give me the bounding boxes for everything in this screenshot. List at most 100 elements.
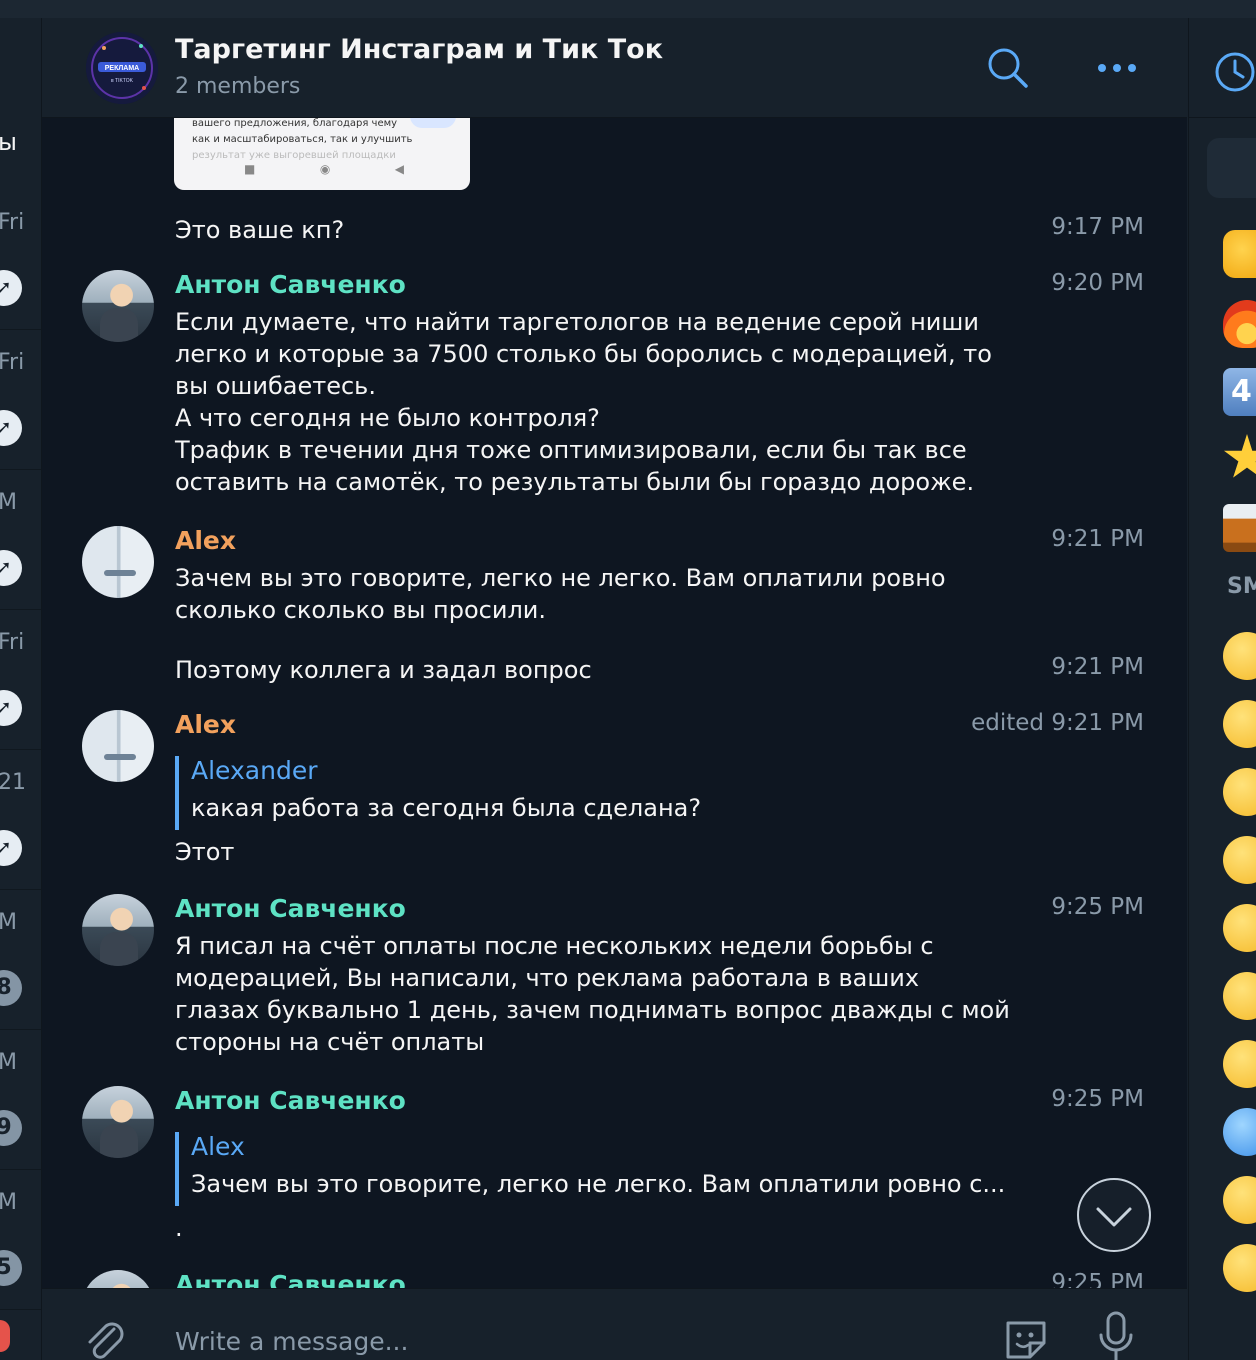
image-text-line: результат уже выгоревшей площадки xyxy=(192,150,396,161)
chat-title[interactable]: Таргетинг Инстаграм и Тик Ток xyxy=(175,34,663,65)
reply-text: Зачем вы это говорите, легко не легко. В… xyxy=(191,1170,1006,1198)
microphone-icon[interactable] xyxy=(1096,1311,1136,1360)
cold-face-emoji[interactable] xyxy=(1223,1108,1256,1156)
message-text: Этот xyxy=(175,838,235,866)
chat-time: M xyxy=(0,1050,17,1075)
group-avatar-image: РЕКЛАМА в TIKTOK xyxy=(86,32,158,104)
pin-icon: ➚ xyxy=(0,270,22,306)
avatar[interactable] xyxy=(82,270,154,342)
chat-list-item[interactable]: Fri ➚ xyxy=(0,610,41,750)
chat-list-item[interactable]: M 9 xyxy=(0,1030,41,1170)
crying-emoji[interactable] xyxy=(1223,1040,1256,1088)
message[interactable]: Alex edited 9:21 PM Alexander какая рабо… xyxy=(42,710,1187,870)
chat-list-item[interactable]: M 8 xyxy=(0,890,41,1030)
sweat-smile-emoji[interactable] xyxy=(1223,700,1256,748)
message[interactable]: Антон Савченко 9:20 PM Если думаете, что… xyxy=(42,270,1187,500)
pin-icon: ➚ xyxy=(0,550,22,586)
message-text: Если думаете, что найти таргетологов на … xyxy=(175,308,992,496)
message-text: . xyxy=(175,1214,183,1242)
shushing-emoji[interactable] xyxy=(1223,1176,1256,1224)
chat-list-item[interactable]: M 5 xyxy=(0,1170,41,1310)
sticker-icon[interactable] xyxy=(1000,1313,1052,1360)
reply-quote[interactable]: Alexander какая работа за сегодня была с… xyxy=(175,756,1035,830)
message[interactable]: Поэтому коллега и задал вопрос 9:21 PM xyxy=(42,654,1187,694)
keycap-4-emoji[interactable]: 4 xyxy=(1223,368,1256,416)
grinning-emoji[interactable] xyxy=(1223,632,1256,680)
chat-time: M xyxy=(0,490,17,515)
chat-list-fragment: ы xyxy=(0,128,17,156)
emoji-tab[interactable] xyxy=(1207,138,1256,198)
chat-time: Fri xyxy=(0,630,25,655)
message-input[interactable] xyxy=(175,1323,955,1359)
image-phone-navbar: ■ ◉ ◀ xyxy=(244,162,404,176)
message-time: 9:21 PM xyxy=(1051,710,1144,736)
panel-divider xyxy=(1189,117,1256,118)
message[interactable]: Это ваше кп? 9:17 PM xyxy=(42,214,1187,254)
avatar[interactable] xyxy=(82,1270,154,1288)
message-list[interactable]: вашего предложения, благодаря чему как и… xyxy=(42,118,1187,1288)
chat-list-item[interactable]: M ➚ xyxy=(0,470,41,610)
chat-header: РЕКЛАМА в TIKTOK Таргетинг Инстаграм и Т… xyxy=(42,18,1187,118)
chat-time: 21 xyxy=(0,770,26,795)
fire-emoji[interactable] xyxy=(1223,300,1256,348)
confused-emoji[interactable] xyxy=(1223,972,1256,1020)
message[interactable]: Антон Савченко 9:25 PM xyxy=(42,1270,1187,1288)
image-text-line: вашего предложения, благодаря чему xyxy=(192,118,398,129)
avatar[interactable] xyxy=(82,526,154,598)
image-text-line: как и масштабироваться, так и улучшить xyxy=(192,134,413,145)
unread-badge: 9 xyxy=(0,1110,22,1146)
chat-list-item[interactable]: Fri ➚ xyxy=(0,330,41,470)
chat-list-item[interactable]: 21 ➚ xyxy=(0,750,41,890)
sender-name[interactable]: Антон Савченко xyxy=(175,1270,406,1288)
message[interactable]: Антон Савченко 9:25 PM Я писал на счёт о… xyxy=(42,894,1187,1064)
reply-author: Alex xyxy=(191,1132,245,1161)
whisky-glass-emoji[interactable] xyxy=(1223,504,1256,552)
sender-name[interactable]: Alex xyxy=(175,526,236,555)
pin-icon: ➚ xyxy=(0,690,22,726)
message[interactable]: Alex 9:21 PM Зачем вы это говорите, легк… xyxy=(42,526,1187,636)
group-avatar[interactable]: РЕКЛАМА в TIKTOK xyxy=(86,32,158,104)
message-time: 9:20 PM xyxy=(1051,270,1144,296)
sender-name[interactable]: Alex xyxy=(175,710,236,739)
tongue-wink-emoji[interactable] xyxy=(1223,836,1256,884)
paperclip-icon[interactable] xyxy=(80,1315,128,1360)
avatar[interactable] xyxy=(82,710,154,782)
heart-eyes-emoji[interactable] xyxy=(1223,768,1256,816)
message-composer xyxy=(42,1288,1187,1360)
chat-list-sidebar: ы Fri ➚ Fri ➚ M ➚ Fri ➚ 21 ➚ M 8 M 9 M 5 xyxy=(0,18,42,1360)
chat-time: M xyxy=(0,910,17,935)
recent-clock-icon[interactable] xyxy=(1213,50,1256,94)
star-emoji[interactable] xyxy=(1223,434,1256,478)
sender-name[interactable]: Антон Савченко xyxy=(175,1086,406,1115)
unread-badge: 5 xyxy=(0,1250,22,1286)
sender-name[interactable]: Антон Савченко xyxy=(175,270,406,299)
search-icon[interactable] xyxy=(986,46,1030,90)
image-attachment[interactable]: вашего предложения, благодаря чему как и… xyxy=(174,118,470,190)
chat-list-item[interactable]: Fri ➚ xyxy=(0,190,41,330)
avatar[interactable] xyxy=(82,894,154,966)
message-time: 9:25 PM xyxy=(1051,1086,1144,1112)
members-count: 2 members xyxy=(175,74,301,99)
message-text: Поэтому коллега и задал вопрос xyxy=(175,656,592,684)
scroll-down-button[interactable] xyxy=(1077,1178,1151,1252)
avatar[interactable] xyxy=(82,1086,154,1158)
reply-quote[interactable]: Alex Зачем вы это говорите, легко не лег… xyxy=(175,1132,1035,1206)
window-top-strip xyxy=(0,0,1256,18)
chat-time: M xyxy=(0,1190,17,1215)
pin-icon: ➚ xyxy=(0,830,22,866)
more-options-icon[interactable] xyxy=(1096,46,1138,90)
sender-name[interactable]: Антон Савченко xyxy=(175,894,406,923)
smirk-emoji[interactable] xyxy=(1223,1244,1256,1292)
edited-label: edited xyxy=(971,710,1044,736)
star-struck-emoji[interactable] xyxy=(1223,904,1256,952)
avatar-logo-text: РЕКЛАМА xyxy=(105,65,139,72)
image-chat-bubble xyxy=(410,118,456,128)
message-text: Я писал на счёт оплаты после нескольких … xyxy=(175,932,1010,1056)
message[interactable]: Антон Савченко 9:25 PM Alex Зачем вы это… xyxy=(42,1086,1187,1246)
message-text: Зачем вы это говорите, легко не легко. В… xyxy=(175,564,946,624)
reply-author: Alexander xyxy=(191,756,318,785)
notification-dot xyxy=(0,1320,10,1352)
message-text: Это ваше кп? xyxy=(175,216,345,244)
unread-badge: 8 xyxy=(0,970,22,1006)
thumbs-up-emoji[interactable] xyxy=(1223,230,1256,278)
